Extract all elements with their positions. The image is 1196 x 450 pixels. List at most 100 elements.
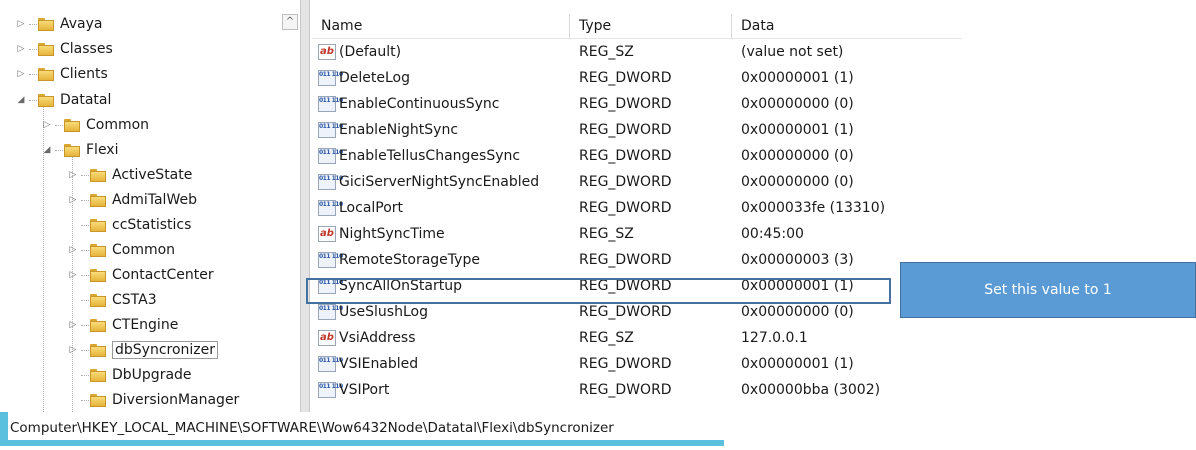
tree-item-label: CTEngine: [112, 317, 179, 333]
pane-splitter[interactable]: [300, 0, 310, 412]
value-name-cell: 011 110LocalPort: [318, 195, 403, 221]
folder-icon: [90, 393, 106, 407]
value-row[interactable]: 011 110DeleteLog REG_DWORD 0x00000001 (1): [312, 65, 962, 91]
value-name: EnableTellusChangesSync: [339, 148, 521, 164]
tree-item-flexi[interactable]: ◢ Flexi: [40, 138, 119, 162]
expand-arrow-icon[interactable]: ▷: [14, 12, 28, 36]
tree-item-avaya[interactable]: ▷ Avaya: [14, 12, 103, 36]
callout-note: Set this value to 1: [900, 262, 1196, 318]
folder-icon: [90, 168, 106, 182]
value-name-cell: 011 110VSIEnabled: [318, 351, 418, 377]
value-data: 0x00000000 (0): [741, 174, 854, 190]
tree-item-label: DiversionManager: [112, 392, 240, 408]
tree-item-classes[interactable]: ▷ Classes: [14, 37, 113, 61]
collapse-arrow-icon[interactable]: ◢: [14, 88, 28, 112]
tree-item-activestate[interactable]: ▷ ActiveState: [66, 163, 193, 187]
scroll-up-button[interactable]: ^: [282, 14, 298, 30]
expand-arrow-icon[interactable]: ▷: [40, 113, 54, 137]
column-header-data[interactable]: Data: [732, 14, 962, 38]
binary-value-icon: 011 110: [318, 148, 343, 164]
folder-icon: [90, 193, 106, 207]
column-header-type[interactable]: Type: [570, 14, 732, 38]
expand-arrow-icon[interactable]: ▷: [66, 188, 80, 212]
collapse-arrow-icon[interactable]: ◢: [40, 138, 54, 162]
tree-item-common[interactable]: ▷ Common: [40, 113, 150, 137]
value-data: 00:45:00: [741, 226, 804, 242]
value-data: 127.0.0.1: [741, 330, 808, 346]
folder-icon: [90, 268, 106, 282]
value-row[interactable]: 011 110LocalPort REG_DWORD 0x000033fe (133…: [312, 195, 962, 221]
value-row[interactable]: 011 110EnableNightSync REG_DWORD 0x0000000…: [312, 117, 962, 143]
value-name-cell: 011 110EnableContinuousSync: [318, 91, 500, 117]
value-name-cell: 011 110DeleteLog: [318, 65, 410, 91]
folder-icon: [90, 293, 106, 307]
expand-arrow-icon[interactable]: ▷: [66, 163, 80, 187]
expand-arrow-icon[interactable]: ▷: [66, 238, 80, 262]
folder-icon: [38, 67, 54, 81]
expand-arrow-icon[interactable]: ▷: [14, 37, 28, 61]
value-data: 0x000033fe (13310): [741, 200, 886, 216]
value-name: (Default): [339, 44, 402, 60]
tree-item-datatal[interactable]: ◢ Datatal: [14, 88, 112, 112]
expand-arrow-icon[interactable]: ▷: [66, 313, 80, 337]
value-type: REG_DWORD: [579, 382, 672, 398]
folder-icon: [64, 118, 80, 132]
tree-item-dbsyncronizer[interactable]: ▷ dbSyncronizer: [66, 338, 219, 362]
value-row[interactable]: 011 110VSIEnabled REG_DWORD 0x00000001 (1): [312, 351, 962, 377]
folder-icon: [90, 218, 106, 232]
value-row[interactable]: 011 110GiciServerNightSyncEnabled REG_DWO…: [312, 169, 962, 195]
value-name: EnableContinuousSync: [339, 96, 500, 112]
tree-item-admitalweb[interactable]: ▷ AdmiTalWeb: [66, 188, 197, 212]
registry-path: Computer\HKEY_LOCAL_MACHINE\SOFTWARE\Wow…: [10, 420, 614, 436]
value-type: REG_DWORD: [579, 70, 672, 86]
folder-icon: [90, 343, 106, 357]
tree-item-csta3[interactable]: CSTA3: [66, 288, 157, 312]
value-row[interactable]: 011 110EnableTellusChangesSync REG_DWORD 0…: [312, 143, 962, 169]
tree-item-common-2[interactable]: ▷ Common: [66, 238, 176, 262]
tree-item-ctengine[interactable]: ▷ CTEngine: [66, 313, 179, 337]
binary-value-icon: 011 110: [318, 252, 343, 268]
tree-item-label: CSTA3: [112, 292, 157, 308]
value-row[interactable]: 011 110RemoteStorageType REG_DWORD 0x00000…: [312, 247, 962, 273]
value-name: VsiAddress: [339, 330, 416, 346]
value-data: 0x00000001 (1): [741, 70, 854, 86]
value-data: 0x00000001 (1): [741, 356, 854, 372]
folder-icon: [38, 93, 54, 107]
binary-value-icon: 011 110: [318, 382, 343, 398]
tree-item-label: Clients: [60, 66, 108, 82]
value-name-cell: 011 110GiciServerNightSyncEnabled: [318, 169, 539, 195]
tree-item-ccstatistics[interactable]: ccStatistics: [66, 213, 191, 237]
tree-item-label: Classes: [60, 41, 113, 57]
value-name-cell: 011 110EnableNightSync: [318, 117, 458, 143]
value-data: 0x00000000 (0): [741, 148, 854, 164]
value-type: REG_DWORD: [579, 174, 672, 190]
tree-item-contactcenter[interactable]: ▷ ContactCenter: [66, 263, 214, 287]
expand-arrow-icon[interactable]: ▷: [14, 62, 28, 86]
tree-item-clients[interactable]: ▷ Clients: [14, 62, 108, 86]
value-data: 0x00000000 (0): [741, 96, 854, 112]
column-header-name[interactable]: Name: [312, 14, 570, 38]
value-row[interactable]: ab (Default) REG_SZ (value not set): [312, 39, 962, 65]
expand-arrow-icon[interactable]: ▷: [66, 338, 80, 362]
value-name-cell: 011 110EnableTellusChangesSync: [318, 143, 520, 169]
binary-value-icon: 011 110: [318, 304, 343, 320]
value-type: REG_DWORD: [579, 122, 672, 138]
binary-value-icon: 011 110: [318, 356, 343, 372]
value-row[interactable]: 011 110EnableContinuousSync REG_DWORD 0x00…: [312, 91, 962, 117]
value-row[interactable]: 011 110VSIPort REG_DWORD 0x00000bba (3002): [312, 377, 962, 403]
value-data: 0x00000001 (1): [741, 122, 854, 138]
tree-item-dbupgrade[interactable]: DbUpgrade: [66, 363, 192, 387]
value-type: REG_DWORD: [579, 200, 672, 216]
tree-item-label-selected: dbSyncronizer: [112, 341, 219, 359]
value-type: REG_SZ: [579, 330, 634, 346]
expand-arrow-icon[interactable]: ▷: [66, 263, 80, 287]
registry-key-tree: ▷ Avaya ▷ Classes ▷ Clients ◢ Datatal ▷ Commo…: [0, 0, 300, 412]
tree-item-label: AdmiTalWeb: [112, 192, 197, 208]
value-row[interactable]: ab NightSyncTime REG_SZ 00:45:00: [312, 221, 962, 247]
string-value-icon: ab: [318, 44, 336, 60]
value-type: REG_SZ: [579, 44, 634, 60]
tree-item-label: Common: [112, 242, 176, 258]
tree-item-diversionmanager[interactable]: DiversionManager: [66, 388, 239, 412]
value-type: REG_DWORD: [579, 96, 672, 112]
value-row[interactable]: ab VsiAddress REG_SZ 127.0.0.1: [312, 325, 962, 351]
